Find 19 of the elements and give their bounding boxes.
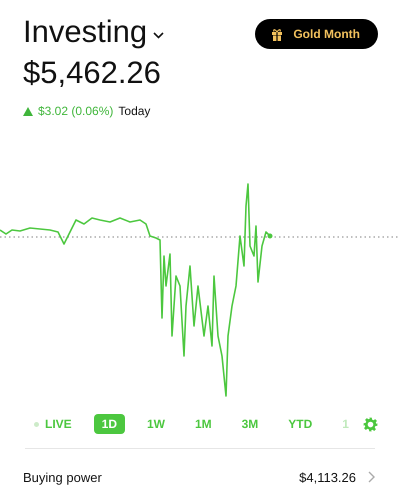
range-tab[interactable]: 1 bbox=[334, 414, 349, 434]
range-tab[interactable]: 1D bbox=[94, 414, 125, 434]
triangle-up-icon bbox=[23, 106, 33, 116]
buying-power-row[interactable]: Buying power $4,113.26 bbox=[0, 449, 400, 500]
change-period: Today bbox=[118, 104, 150, 118]
change-amount: $3.02 (0.06%) bbox=[38, 104, 114, 118]
gift-icon bbox=[271, 28, 284, 40]
page-title[interactable]: Investing bbox=[23, 14, 148, 50]
range-tab[interactable]: YTD bbox=[280, 414, 320, 434]
live-tab[interactable]: LIVE bbox=[26, 414, 80, 434]
chevron-right-icon bbox=[368, 471, 375, 483]
chevron-down-icon[interactable] bbox=[153, 32, 164, 38]
buying-power-label: Buying power bbox=[23, 470, 102, 484]
range-tab[interactable]: 3M bbox=[234, 414, 266, 434]
buying-power-value: $4,113.26 bbox=[299, 470, 356, 484]
promo-button[interactable]: Gold Month bbox=[255, 19, 378, 49]
range-tab[interactable]: 1M bbox=[186, 414, 220, 434]
range-tab[interactable]: 1W bbox=[138, 414, 173, 434]
portfolio-balance: $5,462.26 bbox=[23, 54, 162, 92]
